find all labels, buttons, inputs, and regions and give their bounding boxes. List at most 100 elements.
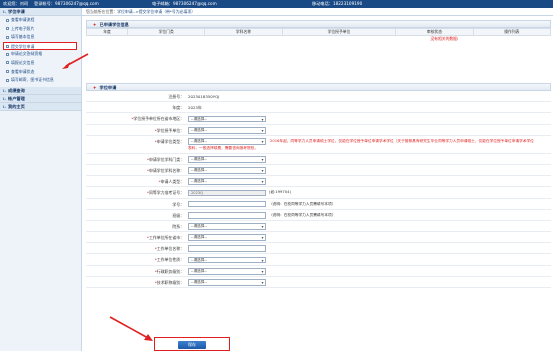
account-text: 登录帐号：987306247@qq.com [34,1,99,6]
column-header: 学科名称 [204,28,283,36]
field-label: 院系： [172,223,184,229]
grant-unit-select[interactable]: --请选择-- [188,126,266,134]
sidebar-item-status[interactable]: 查看申请状态 [0,68,81,77]
field-label: 申请人类型： [160,179,184,185]
registration-number: 2023018350YQJ [188,94,220,99]
list-bullet-icon [6,27,9,31]
form-row-subject-name: *申请学位学科名称： --请选择-- [86,165,551,177]
sidebar-section-home[interactable]: ı. 我的主页 [0,102,81,111]
form-row-class: 班级： （说明：在校同等学力人员需填写本项） [86,210,551,221]
expand-arrow-icon: ı. [3,87,7,93]
expand-arrow-icon: ı. [3,95,7,101]
applied-table: 年度 学位门类 学科名称 学位授予单位 审核状态 操作列表 没有相关的数据! [85,28,552,43]
subject-name-select[interactable]: --请选择-- [188,167,266,174]
work-nature-select[interactable]: --请选择-- [188,256,266,264]
form-row-admin-level: *行政职务级别： --请选择-- [86,266,551,277]
form-row-year: 年度： 2023年 [86,102,551,114]
degree-type-warning: 2016年起，同等学力人员申请硕士学位，仅能在学位授予单位申请学术学位（关于推荐… [270,138,534,143]
field-label: 学号： [172,201,184,207]
table-header-row: 年度 学位门类 学科名称 学位授予单位 审核状态 操作列表 [85,28,552,36]
field-label: 学位授予单位： [156,127,184,133]
collapse-arrow-icon: ı. [3,9,7,14]
sidebar-item-upload-photo[interactable]: 上传电子照片 [0,25,81,34]
main-content: 您当前所在位置：学位申请-->提交学位申请（带*号为必填项） + 已申请学位信息 … [82,8,553,351]
field-label: 行政职务级别： [156,268,184,274]
form-row-degree-type: *申请学位类型： --请选择-- 2016年起，同等学力人员申请硕士学位，仅能在… [86,136,551,154]
class-input[interactable] [188,211,266,219]
sidebar-item-defense-qualification[interactable]: 申请论文答辩资格 [0,50,81,59]
field-label: 工作单位所在省市： [148,235,184,241]
subject-category-select[interactable]: --请选择-- [188,155,266,163]
field-label: 申请学位类型： [156,138,184,144]
field-label: 工作单位性质： [156,257,184,263]
panel-marker-icon: + [93,85,97,90]
phone-text: 移动电话：18223109190 [312,1,363,6]
list-bullet-icon [6,45,9,49]
save-button[interactable]: 保存 [178,340,206,349]
form-row-subject-category: *申请学位学科门类： --请选择-- [86,154,551,165]
sidebar-section-grades[interactable]: ı. 成绩查询 [0,86,81,95]
exam-number-hint: (如:199704) [269,190,291,195]
expand-arrow-icon: ı. [3,103,7,109]
tech-title-select[interactable]: --请选择-- [188,279,266,286]
form-row-department: 院系： --请选择-- [86,221,551,233]
field-label: 同等学力准考证号： [148,190,184,196]
form-row-exam-number: *同等学力准考证号： 2023Q (如:199704) [86,187,551,199]
column-header: 学位门类 [127,28,206,36]
form-row-work-nature: *工作单位性质： --请选择-- [86,254,551,266]
sidebar: ı. 学位申请 查看申请流程 上传电子照片 填写基本信息 提交学位申请 申请论文答… [0,8,82,351]
sidebar-item-view-process[interactable]: 查看申请流程 [0,16,81,25]
list-bullet-icon [6,35,9,39]
field-label: 工作单位名称： [156,246,184,252]
column-header: 年度 [85,28,129,36]
email-text: 电子邮箱：987306247@qq.com [152,1,217,6]
welcome-text: 欢迎您：刘珂 [3,1,29,6]
form-row-tech-title: *技术职称级别： --请选择-- [86,277,551,288]
field-label: 学位授予单位所在省市地区： [133,116,184,122]
applied-panel: + 已申请学位信息 年度 学位门类 学科名称 学位授予单位 审核状态 操作列表 没… [85,20,552,43]
list-bullet-icon [6,52,9,56]
form-row-applicant-type: *申请人类型： --请选择-- [86,176,551,188]
field-label: 注册号： [168,94,184,99]
work-province-select[interactable]: --请选择-- [188,234,266,242]
list-bullet-icon [6,61,9,65]
field-label: 年度： [172,105,184,111]
exam-number-input[interactable]: 2023Q [188,189,266,197]
panel-marker-icon: + [93,22,97,27]
department-select[interactable]: --请选择-- [188,223,266,230]
form-row-grant-unit: *学位授予单位： --请选择-- [86,125,551,136]
degree-type-warning-line2: 表科，一般选择硕费，需要咨询报考院校。 [188,145,259,150]
sidebar-item-submit-application[interactable]: 提交学位申请 [3,41,77,51]
list-bullet-icon [6,78,9,82]
field-label: 班级： [172,212,184,218]
field-label: 技术职称级别： [156,279,184,285]
sidebar-section-account[interactable]: ı. 帐户管理 [0,94,81,103]
applied-panel-title: + 已申请学位信息 [86,20,551,28]
list-bullet-icon [6,70,9,74]
form-row-work-province: *工作单位所在省市： --请选择-- [86,232,551,244]
column-header: 学位授予单位 [281,28,397,36]
student-id-hint: （说明：在校同等学力人员需填写本项） [269,201,336,206]
save-highlight: 保存 [154,337,230,351]
work-unit-input[interactable] [188,245,266,253]
top-bar: 欢迎您：刘珂 登录帐号：987306247@qq.com 电子邮箱：987306… [0,0,553,8]
breadcrumb-path[interactable]: 学位申请-->提交学位申请（带*号为必填项） [117,9,195,14]
student-id-input[interactable] [188,200,266,208]
sidebar-section-degree-apply[interactable]: ı. 学位申请 [0,8,81,16]
form-row-student-id: 学号： （说明：在校同等学力人员需填写本项） [86,199,551,210]
form-title: + 学位申请 [86,83,551,91]
applicant-type-select[interactable]: --请选择-- [188,178,266,186]
sidebar-item-mailing-info[interactable]: 填写邮寄、图书证书信息 [0,76,81,85]
empty-message: 没有相关的数据! [430,36,459,42]
field-label: 申请学位学科名称： [148,167,184,173]
year-value: 2023年 [188,105,202,111]
application-form: + 学位申请 注册号： 2023018350YQJ 年度： 2023年 *学位授予… [86,83,551,288]
admin-level-select[interactable]: --请选择-- [188,267,266,275]
form-row-grant-region: *学位授予单位所在省市地区： --请选择-- [86,113,551,125]
sidebar-item-basic-info[interactable]: 填写基本信息 [0,33,81,42]
grant-region-select[interactable]: --请选择-- [188,115,266,123]
field-label: 申请学位学科门类： [148,156,184,162]
sidebar-item-thesis-info[interactable]: 填报论文信息 [0,59,81,68]
column-header: 审核状态 [395,28,474,36]
annotation-arrow-icon [109,316,153,341]
